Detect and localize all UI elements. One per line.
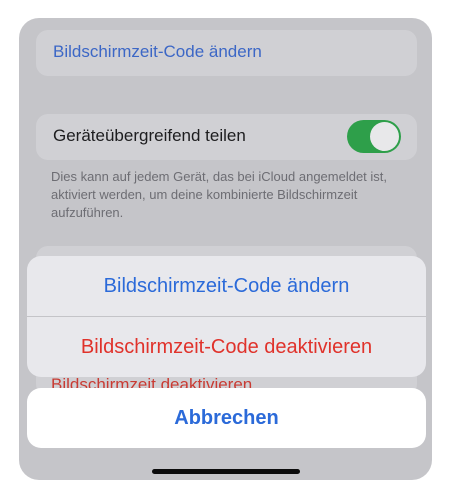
action-sheet: Bildschirmzeit-Code ändern Bildschirmzei… bbox=[27, 256, 426, 377]
cancel-button[interactable]: Abbrechen bbox=[27, 388, 426, 448]
share-across-devices-label: Geräteübergreifend teilen bbox=[53, 126, 246, 145]
change-code-action-button[interactable]: Bildschirmzeit-Code ändern bbox=[27, 256, 426, 316]
change-code-row[interactable]: Bildschirmzeit-Code ändern bbox=[36, 30, 417, 76]
phone-screen: Bildschirmzeit-Code ändern Geräteübergre… bbox=[19, 18, 432, 480]
deactivate-code-action-button[interactable]: Bildschirmzeit-Code deaktivieren bbox=[27, 317, 426, 377]
home-indicator[interactable] bbox=[152, 469, 300, 474]
toggle-knob bbox=[370, 122, 399, 151]
share-footer-text: Dies kann auf jedem Gerät, das bei iClou… bbox=[51, 169, 388, 220]
share-toggle[interactable] bbox=[347, 120, 401, 153]
share-across-devices-row: Geräteübergreifend teilen bbox=[36, 114, 417, 160]
change-code-link: Bildschirmzeit-Code ändern bbox=[53, 42, 262, 61]
